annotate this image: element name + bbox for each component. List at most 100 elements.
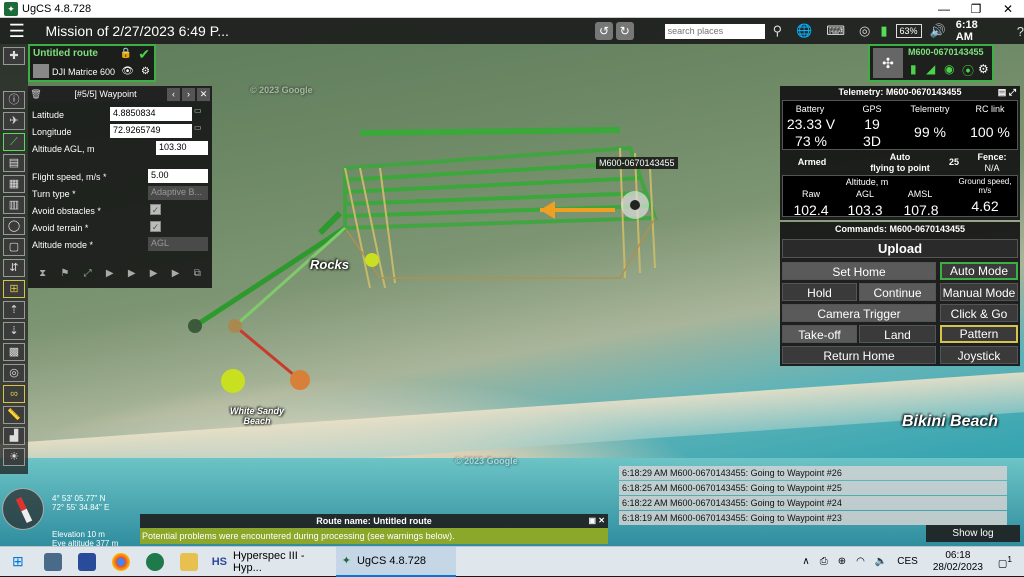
pattern-button[interactable]: Pattern <box>940 325 1018 343</box>
taskbar-app-explorer[interactable] <box>172 547 206 577</box>
notification-count: 1 <box>1007 553 1012 564</box>
area-scan-icon[interactable]: ▤ <box>3 154 25 172</box>
wait-action-icon[interactable]: ⧗ <box>39 268 46 279</box>
info-icon[interactable]: ⓘ <box>3 91 25 109</box>
joystick-button[interactable]: Joystick <box>940 346 1018 364</box>
latitude-field[interactable]: 4.8850834 <box>110 107 192 121</box>
altitude-field[interactable]: 103.30 <box>156 141 208 155</box>
flight-speed-field[interactable]: 5.00 <box>148 169 208 183</box>
taskbar-ugcs[interactable]: ✦ UgCS 4.8.728 <box>335 546 456 577</box>
prev-waypoint-button[interactable]: ‹ <box>167 87 180 101</box>
volume-icon[interactable]: 🔈 <box>875 556 887 567</box>
add-icon[interactable]: ✚ <box>3 47 25 65</box>
camera-mode-icon[interactable]: ▶ <box>150 268 158 279</box>
sound-icon[interactable]: 🔊 <box>930 23 946 39</box>
hold-button[interactable]: Hold <box>782 283 857 301</box>
longitude-field[interactable]: 72.9265749 <box>110 124 192 138</box>
taskbar-app-laptop[interactable] <box>36 547 70 577</box>
tray-wifi-icon[interactable]: ◠ <box>856 556 865 567</box>
undo-icon[interactable]: ↺ <box>595 22 613 40</box>
takeoff-button[interactable]: Take-off <box>782 325 857 343</box>
return-home-button[interactable]: Return Home <box>782 346 936 364</box>
ruler-icon[interactable]: 📏 <box>3 406 25 424</box>
spiral-icon[interactable]: ◎ <box>3 364 25 382</box>
compass[interactable] <box>2 488 44 530</box>
altitude-mode-label: Altitude mode * <box>32 240 94 250</box>
menu-icon[interactable]: ☰ <box>4 18 30 44</box>
click-go-button[interactable]: Click & Go <box>940 304 1018 322</box>
redo-icon[interactable]: ↻ <box>615 22 634 40</box>
lock-icon[interactable]: 🔒 <box>120 48 132 59</box>
globe-icon[interactable]: 🌐 <box>796 23 812 39</box>
panorama-icon[interactable]: ⧉ <box>194 268 201 279</box>
next-waypoint-button[interactable]: › <box>182 87 195 101</box>
language-indicator[interactable]: CES <box>897 556 918 567</box>
tray-device-icon[interactable]: ⎙ <box>820 556 828 567</box>
warning-bar[interactable]: Potential problems were encountered duri… <box>140 528 608 544</box>
altitude-mode-select[interactable]: AGL <box>148 237 208 251</box>
avoid-terrain-checkbox[interactable]: ✓ <box>150 221 161 232</box>
maximize-button[interactable]: ❐ <box>960 2 992 16</box>
waypoint-tool-icon[interactable]: ✈ <box>3 112 25 130</box>
eye-icon[interactable]: 👁 <box>121 66 134 77</box>
trash-icon[interactable]: 🗑 <box>28 89 44 100</box>
notifications-icon[interactable]: ▢1 <box>998 554 1012 569</box>
taskbar-hyperspec[interactable]: HS Hyperspec III - Hyp... <box>206 547 336 577</box>
longitude-label: Longitude <box>32 127 72 137</box>
takeoff-point-icon[interactable]: ⇡ <box>3 301 25 319</box>
turn-type-select[interactable]: Adaptive B... <box>148 186 208 200</box>
land-button[interactable]: Land <box>859 325 936 343</box>
show-log-button[interactable]: Show log <box>926 525 1020 542</box>
facade-scan-icon[interactable]: ⊞ <box>3 280 25 298</box>
keyboard-icon[interactable]: ⌨ <box>826 23 845 39</box>
mission-title[interactable]: Mission of 2/27/2023 6:49 P... <box>46 23 596 39</box>
vehicle-card[interactable]: ✣ M600-0670143455 ▮ ◢ ◉ ⦿ ⚙ <box>868 44 994 82</box>
manual-mode-button[interactable]: Manual Mode <box>940 283 1018 301</box>
avoid-obstacles-checkbox[interactable]: ✓ <box>150 204 161 215</box>
taskbar-app-browser[interactable] <box>138 547 172 577</box>
help-icon[interactable]: ? <box>1017 24 1024 39</box>
photogrammetry-icon[interactable]: ▦ <box>3 175 25 193</box>
continue-button[interactable]: Continue <box>859 283 936 301</box>
search-icon[interactable]: ⚲ <box>773 23 783 39</box>
search-places-input[interactable] <box>664 23 765 39</box>
telemetry-expand-icon[interactable]: ▤ ⤢ <box>998 87 1016 98</box>
minimize-button[interactable]: — <box>928 2 960 16</box>
tray-chevron-icon[interactable]: ∧ <box>802 556 809 567</box>
elevation-profile-icon[interactable]: ▟ <box>3 427 25 445</box>
circle-tool-icon[interactable]: ◯ <box>3 217 25 235</box>
linked-tool-icon[interactable]: ∞ <box>3 385 25 403</box>
longitude-format-icon[interactable]: ▭ <box>194 123 202 132</box>
network-icon[interactable]: ⊕ <box>838 556 846 567</box>
camera-action-icon[interactable]: ▶ <box>106 268 114 279</box>
route-bar-expand-icon[interactable]: ▣ ✕ <box>589 514 605 528</box>
poi-action-icon[interactable]: ⚑ <box>60 268 69 279</box>
sun-icon[interactable]: ☀ <box>3 448 25 466</box>
close-panel-button[interactable]: ✕ <box>197 87 210 101</box>
map-label-bikini: Bikini Beach <box>902 413 999 430</box>
vertical-scan-icon[interactable]: ⇵ <box>3 259 25 277</box>
google-watermark-2: © 2023 Google <box>455 456 518 466</box>
close-button[interactable]: ✕ <box>992 2 1024 16</box>
settings-icon[interactable]: ⚙ <box>141 66 150 77</box>
taskbar-app-save[interactable] <box>70 547 104 577</box>
polyline-tool-icon[interactable]: ⟋ <box>3 133 25 151</box>
corridor-icon[interactable]: ▥ <box>3 196 25 214</box>
perimeter-icon[interactable]: ▢ <box>3 238 25 256</box>
camera-trigger-button[interactable]: Camera Trigger <box>782 304 936 322</box>
auto-mode-button[interactable]: Auto Mode <box>940 262 1018 280</box>
adsb-icon[interactable]: ◎ <box>859 23 870 39</box>
yaw-action-icon[interactable]: ⤢ <box>84 268 92 279</box>
upload-button[interactable]: Upload <box>782 239 1018 258</box>
camera-by-distance-icon[interactable]: ▶ <box>172 268 180 279</box>
taskbar-app-chrome[interactable] <box>104 547 138 577</box>
start-button[interactable]: ⊞ <box>0 547 36 577</box>
route-card[interactable]: Untitled route 🔒 ✔ DJI Matrice 600 👁 ⚙ <box>28 44 156 82</box>
set-home-button[interactable]: Set Home <box>782 262 936 280</box>
camera-series-icon[interactable]: ▶ <box>128 268 136 279</box>
grid-tool-icon[interactable]: ▩ <box>3 343 25 361</box>
landing-icon[interactable]: ⇣ <box>3 322 25 340</box>
taskbar-clock[interactable]: 06:18 28/02/2023 <box>933 550 983 574</box>
vehicle-settings-icon[interactable]: ⚙ <box>978 62 989 76</box>
latitude-format-icon[interactable]: ▭ <box>194 106 202 115</box>
